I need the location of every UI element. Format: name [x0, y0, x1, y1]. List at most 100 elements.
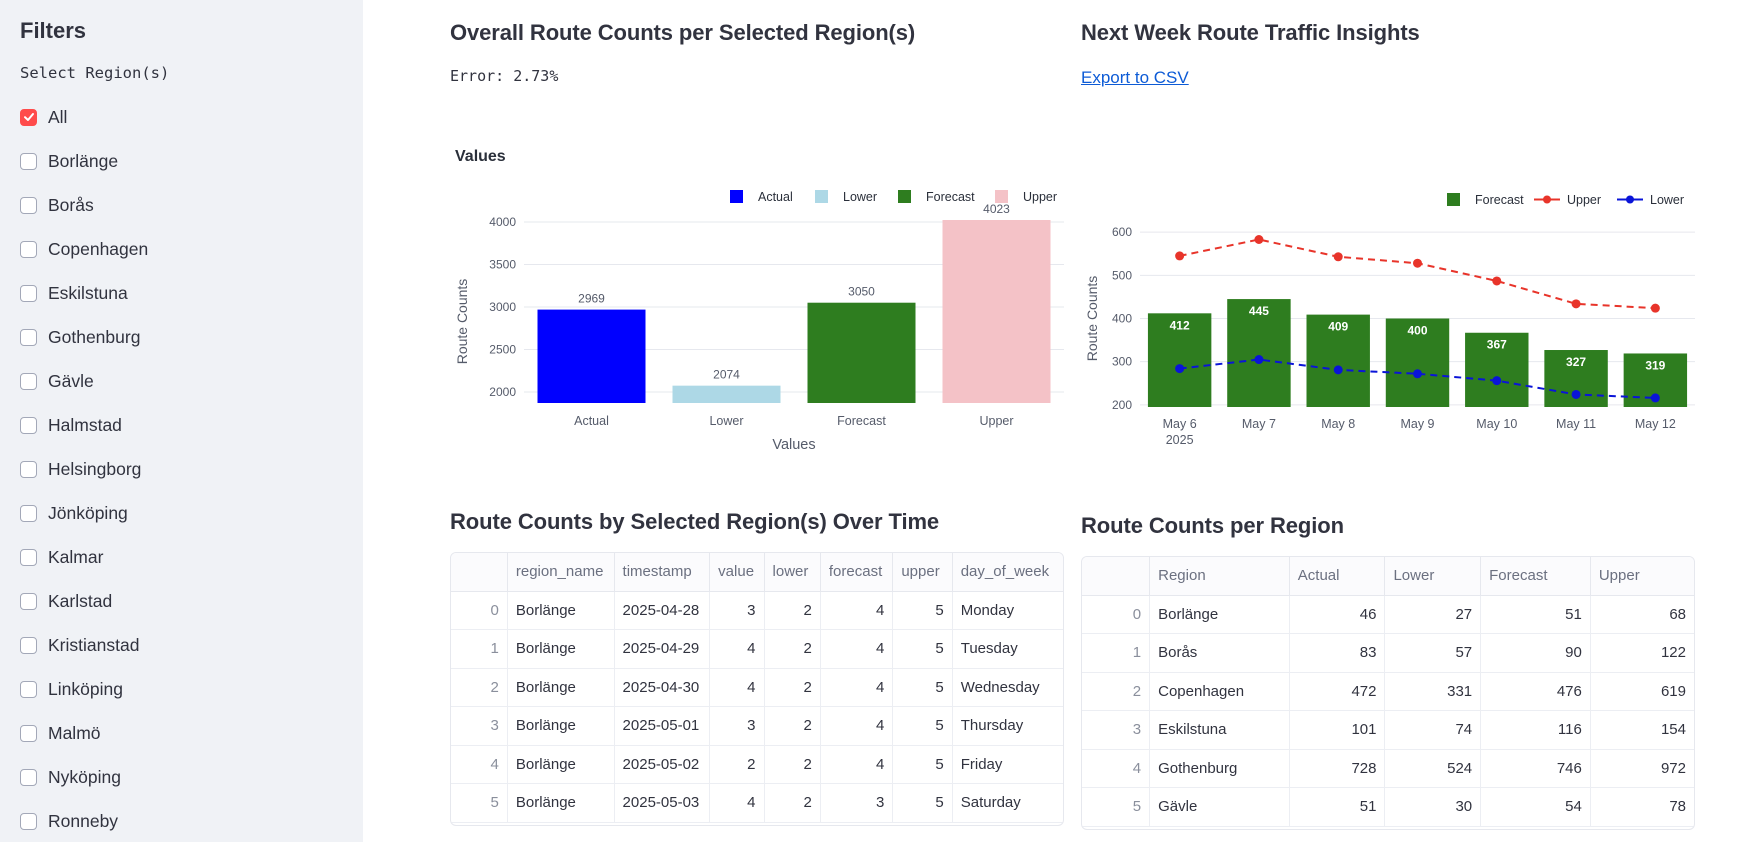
region-checkbox-label: Nyköping: [48, 766, 121, 787]
x-tick-label: May 6: [1163, 417, 1197, 431]
legend-marker: [1626, 195, 1634, 204]
table-header-cell[interactable]: Lower: [1384, 557, 1482, 596]
table-row[interactable]: 1 Borås 83 57 90 122: [1082, 633, 1694, 673]
table-header-cell[interactable]: lower: [764, 553, 821, 592]
region-checkbox-item[interactable]: Helsingborg: [20, 457, 141, 481]
bar-value-label: 3050: [848, 285, 875, 299]
table-cell: 476: [1480, 672, 1591, 711]
checkbox-icon[interactable]: [20, 240, 37, 258]
table-header-cell[interactable]: forecast: [820, 553, 894, 592]
checkbox-icon[interactable]: [20, 328, 37, 346]
table-row[interactable]: 4 Borlänge 2025-05-02 2 2 4 5 Friday: [451, 745, 1063, 784]
table-header-cell[interactable]: timestamp: [614, 553, 711, 592]
insights-title: Next Week Route Traffic Insights: [1081, 20, 1420, 45]
region-checkbox-item[interactable]: Borlänge: [20, 149, 118, 173]
region-table[interactable]: Region Actual Lower Forecast Upper 0 Borlänge 4…: [1081, 556, 1695, 830]
table-header-cell[interactable]: Upper: [1590, 557, 1694, 596]
overall-title: Overall Route Counts per Selected Region…: [450, 20, 916, 45]
legend-label: Upper: [1023, 190, 1057, 204]
region-checkbox-item[interactable]: Kalmar: [20, 545, 103, 569]
table-row[interactable]: 0 Borlänge 46 27 51 68: [1082, 595, 1694, 634]
region-checkbox-item[interactable]: All: [20, 105, 67, 129]
region-select-label: Select Region(s): [20, 64, 170, 82]
region-checkbox-item[interactable]: Karlstad: [20, 589, 112, 613]
table-row[interactable]: 0 Borlänge 2025-04-28 3 2 4 5 Monday: [451, 591, 1063, 630]
region-checkbox-item[interactable]: Halmstad: [20, 413, 122, 437]
checkbox-icon[interactable]: [20, 196, 37, 214]
table-row[interactable]: 2 Copenhagen 472 331 476 619: [1082, 672, 1694, 711]
table-row[interactable]: 5 Borlänge 2025-05-03 4 2 3 5 Saturday: [451, 783, 1063, 823]
table-cell: 0: [1082, 595, 1151, 634]
table-header-cell[interactable]: [451, 553, 508, 592]
table-cell: 2025-04-28: [614, 591, 711, 630]
table-row[interactable]: 5 Gävle 51 30 54 78: [1082, 787, 1694, 827]
table-row[interactable]: 3 Eskilstuna 101 74 116 154: [1082, 710, 1694, 750]
table-cell: 2: [764, 745, 821, 784]
lower-line-point: [1333, 365, 1343, 375]
export-csv-link[interactable]: Export to CSV: [1081, 68, 1189, 88]
table-header-cell[interactable]: value: [709, 553, 765, 592]
region-checkbox-item[interactable]: Ronneby: [20, 809, 118, 833]
region-checkbox-item[interactable]: Eskilstuna: [20, 281, 128, 305]
region-checkbox-item[interactable]: Kristianstad: [20, 633, 139, 657]
table-cell: Borlänge: [507, 629, 615, 669]
table-header-cell[interactable]: upper: [892, 553, 953, 592]
legend-swatch: [898, 190, 911, 203]
table-row[interactable]: 4 Gothenburg 728 524 746 972: [1082, 749, 1694, 788]
table-header-cell[interactable]: Region: [1149, 557, 1290, 596]
table-header-cell[interactable]: day_of_week: [952, 553, 1063, 592]
checkbox-checked-icon[interactable]: [20, 108, 37, 126]
region-checkbox-item[interactable]: Copenhagen: [20, 237, 148, 261]
region-checkbox-label: Eskilstuna: [48, 282, 128, 303]
checkbox-icon[interactable]: [20, 460, 37, 478]
table-cell: 4: [709, 668, 765, 707]
table-cell: 51: [1289, 787, 1386, 827]
table-cell: 5: [892, 783, 953, 823]
table-header-cell[interactable]: [1082, 557, 1151, 596]
table-header-cell[interactable]: Forecast: [1480, 557, 1591, 596]
checkbox-icon[interactable]: [20, 416, 37, 434]
table-cell: 101: [1289, 710, 1386, 750]
table-cell: 3: [1082, 710, 1151, 750]
upper-line-point: [1571, 299, 1581, 309]
checkbox-icon[interactable]: [20, 548, 37, 566]
table-row[interactable]: 2 Borlänge 2025-04-30 4 2 4 5 Wednesday: [451, 668, 1063, 707]
checkbox-icon[interactable]: [20, 812, 37, 830]
region-checkbox-item[interactable]: Malmö: [20, 721, 101, 745]
table-cell: 2: [451, 668, 508, 707]
bar-value-label: 445: [1249, 304, 1269, 318]
region-checkbox-item[interactable]: Jönköping: [20, 501, 128, 525]
table-header-cell[interactable]: Actual: [1289, 557, 1386, 596]
region-checkbox-item[interactable]: Gothenburg: [20, 325, 140, 349]
region-checkbox-item[interactable]: Linköping: [20, 677, 123, 701]
table-cell: 2: [764, 591, 821, 630]
checkbox-icon[interactable]: [20, 284, 37, 302]
upper-line-point: [1175, 251, 1185, 261]
table-row[interactable]: 1 Borlänge 2025-04-29 4 2 4 5 Tuesday: [451, 629, 1063, 669]
region-checkbox-item[interactable]: Borås: [20, 193, 94, 217]
checkbox-icon[interactable]: [20, 768, 37, 786]
checkbox-icon[interactable]: [20, 680, 37, 698]
table-row[interactable]: 3 Borlänge 2025-05-01 3 2 4 5 Thursday: [451, 706, 1063, 746]
table-cell: 331: [1384, 672, 1482, 711]
table-cell: 3: [820, 783, 894, 823]
checkbox-icon[interactable]: [20, 372, 37, 390]
checkbox-icon[interactable]: [20, 592, 37, 610]
legend-swatch: [730, 190, 743, 203]
table-cell: Borlänge: [1149, 595, 1290, 634]
table-header-cell[interactable]: region_name: [507, 553, 615, 592]
table-cell: Borlänge: [507, 745, 615, 784]
checkbox-icon[interactable]: [20, 152, 37, 170]
region-checkbox-item[interactable]: Gävle: [20, 369, 94, 393]
x-tick-label: Upper: [979, 414, 1013, 428]
lower-line-point: [1254, 355, 1264, 365]
checkbox-icon[interactable]: [20, 724, 37, 742]
timeseries-table[interactable]: region_name timestamp value lower forecast up…: [450, 552, 1064, 826]
table-cell: 51: [1480, 595, 1591, 634]
region-checkbox-item[interactable]: Nyköping: [20, 765, 121, 789]
lower-line-point: [1492, 376, 1502, 386]
region-checkbox-label: Halmstad: [48, 414, 122, 435]
checkbox-icon[interactable]: [20, 636, 37, 654]
checkbox-icon[interactable]: [20, 504, 37, 522]
table-cell: 5: [892, 745, 953, 784]
